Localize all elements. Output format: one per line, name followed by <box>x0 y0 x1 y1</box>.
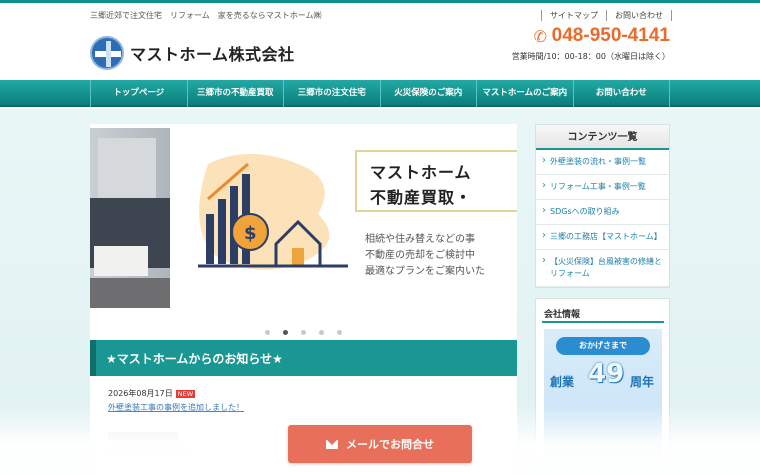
nav-item-custom-home[interactable]: 三郷市の注文住宅 <box>283 80 380 107</box>
news-heading-bar: ★マストホームからのお知らせ★ <box>90 340 517 376</box>
site-logo[interactable]: マストホーム株式会社 <box>90 36 295 70</box>
phone-number: 048-950-4141 <box>551 25 670 46</box>
contents-menu: コンテンツ一覧 外壁塗装の流れ・事例一覧 リフォーム工事・事例一覧 SDGsへの… <box>535 124 670 288</box>
banner-years-label: 周年 <box>630 375 655 389</box>
sidebar-item-painting[interactable]: 外壁塗装の流れ・事例一覧 <box>536 150 669 175</box>
company-info-divider <box>542 321 664 323</box>
slider-dot[interactable] <box>264 330 270 335</box>
storefront-photo <box>90 128 170 308</box>
nav-item-real-estate[interactable]: 三郷市の不動産買取 <box>186 80 284 107</box>
news-date: 2026年08月17日 NEW <box>108 388 196 399</box>
mail-contact-label: メールでお問合せ <box>346 438 434 451</box>
house-money-illustration-icon: $ <box>198 154 348 270</box>
banner-founded-label: 創業 <box>550 375 575 389</box>
slider-dot[interactable] <box>319 330 325 335</box>
nav-item-about[interactable]: マストホームのご案内 <box>476 80 573 107</box>
mail-icon <box>326 439 338 449</box>
slide-copy-line1: 相続や住み替えなどの事 <box>365 234 475 245</box>
banner-ribbon: おかげさまで <box>556 337 650 355</box>
slider-dots <box>90 320 517 336</box>
slider-dot[interactable] <box>301 330 306 335</box>
company-name: マストホーム株式会社 <box>130 45 295 64</box>
sitemap-link[interactable]: サイトマップ <box>541 10 606 21</box>
news-date-text: 2026年08月17日 <box>108 389 173 398</box>
svg-text:$: $ <box>244 223 257 244</box>
phone-icon: ✆ <box>533 26 548 46</box>
company-info-title: 会社情報 <box>544 310 581 320</box>
news-heading: ★マストホームからのお知らせ★ <box>106 352 283 366</box>
slide-copy-line2: 不動産の売却をご検討中 <box>365 250 475 261</box>
sidebar-item-reform[interactable]: リフォーム工事・事例一覧 <box>536 175 669 200</box>
site-tagline: 三郷近郊で注文住宅 リフォーム 家を売るならマストホーム㈱ <box>90 11 322 20</box>
contents-menu-title: コンテンツ一覧 <box>536 125 669 150</box>
sidebar-item-builder[interactable]: 三郷の工務店【マストホーム】 <box>536 225 669 250</box>
site-header: 三郷近郊で注文住宅 リフォーム 家を売るならマストホーム㈱ マストホーム株式会社… <box>0 3 760 80</box>
sidebar-item-insurance[interactable]: 【火災保険】台風被害の修繕とリフォーム <box>536 250 669 287</box>
hero-slider[interactable]: $ マストホーム 不動産買取・ 相続や住み替えなどの事 不動産の売却をご検討中 … <box>90 124 517 336</box>
business-hours: 営業時間/10：00-18：00（水曜日は除く） <box>511 52 670 61</box>
slide-copy-line3: 最適なプランをご案内いた <box>365 266 485 277</box>
slide-title-line1: マストホーム <box>370 163 472 182</box>
slider-dot-active[interactable] <box>282 330 288 335</box>
slider-dot[interactable] <box>337 330 343 335</box>
banner-years-number: 49 <box>588 359 625 389</box>
contact-link[interactable]: お問い合わせ <box>606 10 672 21</box>
company-logo-icon <box>90 36 124 70</box>
nav-item-contact[interactable]: お問い合わせ <box>572 80 670 107</box>
new-badge: NEW <box>175 389 196 398</box>
slide-title: マストホーム 不動産買取・ <box>355 150 517 212</box>
phone-number-block[interactable]: ✆ 048-950-4141 <box>534 25 670 47</box>
nav-item-fire-insurance[interactable]: 火災保険のご案内 <box>379 80 477 107</box>
header-links: サイトマップ お問い合わせ <box>541 10 672 21</box>
nav-item-top[interactable]: トップページ <box>90 80 187 107</box>
global-nav: トップページ 三郷市の不動産買取 三郷市の注文住宅 火災保険のご案内 マストホー… <box>0 80 760 107</box>
slide-copy: 相続や住み替えなどの事 不動産の売却をご検討中 最適なプランをご案内いた <box>365 232 485 280</box>
mail-contact-button[interactable]: メールでお問合せ <box>288 425 472 463</box>
sidebar-item-sdgs[interactable]: SDGsへの取り組み <box>536 200 669 225</box>
slide-title-line2: 不動産買取・ <box>370 188 473 207</box>
